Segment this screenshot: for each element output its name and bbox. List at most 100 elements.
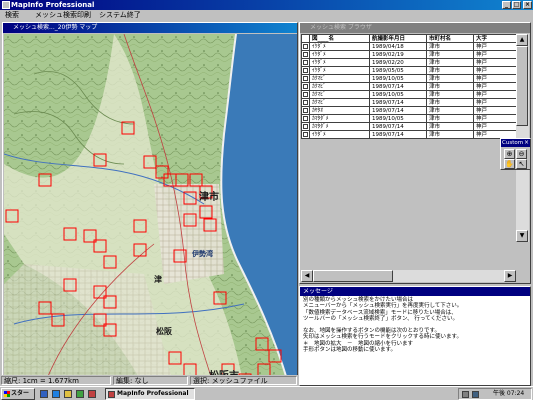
scroll-up-arrow-icon[interactable]: ▲ <box>516 34 528 46</box>
empty-cell <box>369 178 427 187</box>
row-select-box[interactable] <box>301 74 310 83</box>
close-button[interactable]: × <box>523 1 532 9</box>
table-row[interactable]: ｶｸﾏﾋﾞ 1989/10/05 津市 神戸 <box>301 90 517 99</box>
table-row[interactable]: ｶﾏﾀﾀﾞﾒ 1989/07/14 津市 神戸 <box>301 122 517 131</box>
row-select-box[interactable] <box>301 58 310 67</box>
status-scale: 縮尺: 1cm = 1.677km <box>1 376 111 385</box>
table-row[interactable]: ｲｹﾀﾞﾒ 1989/02/19 津市 神戸 <box>301 50 517 59</box>
row-checkbox-icon <box>303 76 308 81</box>
row-select-box[interactable] <box>301 66 310 75</box>
cell-date: 1989/10/05 <box>369 114 427 123</box>
empty-cell <box>369 186 427 195</box>
menu-print[interactable]: 印刷 <box>74 11 94 20</box>
status-selectable-layer[interactable]: 選択: メッシュファイル <box>190 376 297 385</box>
empty-cell <box>426 194 474 203</box>
browser-window[interactable]: メッシュ検索 ブラウザ 図____名 航撮影年月日 市町村名 大字 ｲｹﾀﾞﾒ 1… <box>299 22 531 284</box>
scroll-right-arrow-icon[interactable]: ▶ <box>504 270 516 282</box>
map-window-title-bar[interactable]: メッシュ検索..._20伊勢 マップ <box>3 23 297 33</box>
mapinfo-quicklaunch-icon[interactable] <box>88 390 96 398</box>
scroll-down-arrow-icon[interactable]: ▼ <box>516 230 528 242</box>
table-row[interactable]: ｶﾔﾀｵ 1989/07/14 津市 神戸 <box>301 106 517 115</box>
topographic-map[interactable]: 津市 伊勢湾 松阪市 津 松阪 <box>4 34 297 386</box>
zoom-in-icon[interactable]: ⊕ <box>504 149 515 159</box>
map-window[interactable]: メッシュ検索..._20伊勢 マップ 津市 伊勢湾 津 松阪 <box>2 22 298 386</box>
browser-window-title-bar[interactable]: メッシュ検索 ブラウザ <box>300 23 530 33</box>
empty-cell <box>426 146 474 155</box>
internet-explorer-icon[interactable] <box>52 390 60 398</box>
map-label-tsu: 津 <box>154 274 162 284</box>
palette-close-icon[interactable]: × <box>524 139 529 147</box>
horizontal-scroll-thumb[interactable] <box>313 270 393 282</box>
scroll-left-arrow-icon[interactable]: ◀ <box>301 270 313 282</box>
row-select-box[interactable] <box>301 50 310 59</box>
maximize-button[interactable]: □ <box>512 1 521 9</box>
mapinfo-app-icon[interactable] <box>2 1 10 9</box>
speaker-icon[interactable] <box>462 391 469 398</box>
app-title-bar[interactable]: MapInfo Professional _ □ × <box>0 0 533 10</box>
ime-icon[interactable] <box>472 391 479 398</box>
cell-district: 神戸 <box>473 42 517 51</box>
map-canvas[interactable]: 津市 伊勢湾 松阪市 津 松阪 <box>4 34 297 386</box>
row-select-box[interactable] <box>301 42 310 51</box>
cell-municipality: 津市 <box>426 66 474 75</box>
grabber-hand-icon[interactable]: ✋ <box>504 159 515 169</box>
status-edit-layer[interactable]: 編集: なし <box>113 376 188 385</box>
row-select-box[interactable] <box>301 98 310 107</box>
cell-municipality: 津市 <box>426 74 474 83</box>
empty-cell <box>369 162 427 171</box>
cell-district: 神戸 <box>473 74 517 83</box>
empty-cell <box>426 202 474 211</box>
table-row[interactable]: ｲｹﾀﾞﾒ 1989/02/20 津市 神戸 <box>301 58 517 67</box>
custom-tool-palette[interactable]: Custom × ⊕ ⊖ ✋ ↖ <box>500 138 531 170</box>
empty-cell <box>301 154 310 163</box>
app-title: MapInfo Professional <box>11 1 95 9</box>
row-select-box[interactable] <box>301 106 310 115</box>
clock[interactable]: 午後 07:24 <box>493 389 524 399</box>
map-label-matsusaka: 松阪 <box>156 326 173 336</box>
minimize-button[interactable]: _ <box>502 1 511 9</box>
row-select-box[interactable] <box>301 82 310 91</box>
column-header-municipality[interactable]: 市町村名 <box>426 34 474 43</box>
table-row[interactable]: ｶｸﾏﾋﾞ 1989/07/14 津市 神戸 <box>301 82 517 91</box>
map-window-title: メッシュ検索..._20伊勢 マップ <box>13 24 98 31</box>
row-select-box[interactable] <box>301 122 310 131</box>
row-select-box[interactable] <box>301 114 310 123</box>
browser-horizontal-scrollbar[interactable]: ◀ ▶ <box>301 270 516 282</box>
table-row[interactable]: ｲｹﾀﾞﾒ 1989/07/14 津市 神戸 <box>301 130 517 139</box>
map-label-tsu-city: 津市 <box>199 190 219 203</box>
row-checkbox-icon <box>303 44 308 49</box>
cell-map-name: ｲｹﾀﾞﾒ <box>309 50 370 59</box>
table-row[interactable]: ｲｹﾀﾞﾒ 1989/04/18 津市 神戸 <box>301 42 517 51</box>
row-checkbox-icon <box>303 100 308 105</box>
cell-district: 神戸 <box>473 66 517 75</box>
empty-table-row <box>301 202 517 211</box>
row-select-box[interactable] <box>301 130 310 139</box>
column-header-date[interactable]: 航撮影年月日 <box>369 34 427 43</box>
table-row[interactable]: ｲｹﾀﾞﾒ 1989/05/05 津市 神戸 <box>301 66 517 75</box>
menu-system-exit[interactable]: システム終了 <box>96 11 144 20</box>
menu-bar: 検索 メッシュ検索 印刷 システム終了 <box>0 10 533 21</box>
desktop-icon[interactable] <box>40 390 48 398</box>
start-button[interactable]: スタート <box>1 388 35 400</box>
empty-table-row <box>301 178 517 187</box>
custom-palette-title-bar[interactable]: Custom × <box>501 139 530 147</box>
outlook-express-icon[interactable] <box>64 390 72 398</box>
table-row[interactable]: ｶｸﾏﾋﾞ 1989/10/05 津市 神戸 <box>301 74 517 83</box>
cell-district: 神戸 <box>473 122 517 131</box>
zoom-out-icon[interactable]: ⊖ <box>516 149 527 159</box>
row-select-box[interactable] <box>301 90 310 99</box>
vertical-scroll-thumb[interactable] <box>516 46 528 126</box>
select-arrow-icon[interactable]: ↖ <box>516 159 527 169</box>
column-header-district[interactable]: 大字 <box>473 34 517 43</box>
column-header-map-name[interactable]: 図____名 <box>309 34 370 43</box>
empty-cell <box>473 186 517 195</box>
menu-search[interactable]: 検索 <box>2 11 22 20</box>
channel-icon[interactable] <box>76 390 84 398</box>
empty-cell <box>301 194 310 203</box>
taskbar-mapinfo-button[interactable]: MapInfo Professional <box>105 388 195 400</box>
menu-mesh-search[interactable]: メッシュ検索 <box>32 11 80 20</box>
message-window-title-bar[interactable]: メッセージ <box>300 287 530 296</box>
table-row[interactable]: ｶｸﾏﾋﾞ 1989/07/14 津市 神戸 <box>301 98 517 107</box>
table-row[interactable]: ｶﾏﾀﾀﾞﾒ 1989/10/05 津市 神戸 <box>301 114 517 123</box>
cell-municipality: 津市 <box>426 106 474 115</box>
